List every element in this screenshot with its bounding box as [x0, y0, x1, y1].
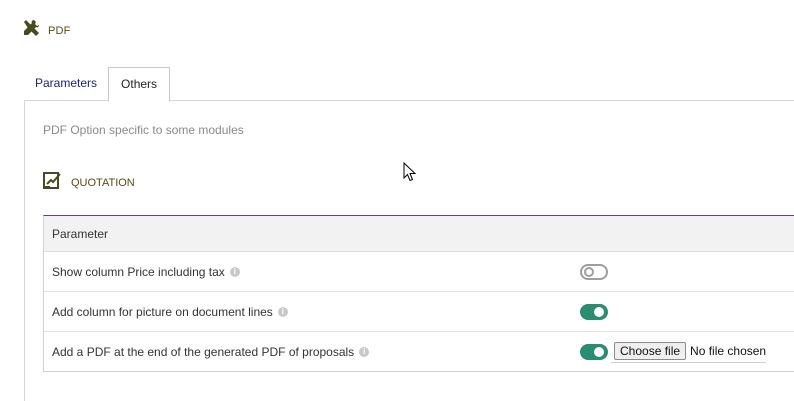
mouse-cursor-icon [403, 161, 417, 187]
info-icon[interactable]: i [229, 266, 240, 277]
toggle-switch[interactable] [580, 303, 608, 320]
file-input: Choose file No file chosen [611, 340, 767, 363]
toggle-knob [594, 346, 604, 357]
page-title: PDF [48, 24, 71, 37]
toggle-knob [594, 306, 604, 317]
choose-file-button[interactable]: Choose file [614, 342, 687, 360]
row-value [580, 292, 608, 331]
info-icon[interactable]: i [277, 306, 288, 317]
quotation-icon [43, 171, 63, 194]
toggle-switch[interactable] [580, 263, 608, 280]
table-row: Add a PDF at the end of the generated PD… [44, 332, 794, 371]
info-icon[interactable]: i [359, 346, 370, 357]
tab-parameters[interactable]: Parameters [24, 67, 108, 100]
tab-others[interactable]: Others [108, 67, 171, 102]
file-status: No file chosen [690, 344, 767, 358]
table-row: Show column Price including tax i [44, 252, 794, 292]
table-row: Add column for picture on document lines… [44, 292, 794, 332]
toggle-knob [584, 266, 594, 277]
tab-bar: Parameters Others [24, 67, 171, 102]
panel-subtitle: PDF Option specific to some modules [43, 123, 244, 137]
row-label: Show column Price including tax [52, 264, 225, 279]
row-value: Choose file No file chosen [580, 332, 767, 371]
row-value [580, 252, 608, 291]
section-quotation: QUOTATION [43, 171, 135, 194]
wrench-screwdriver-icon [22, 19, 40, 42]
row-label: Add column for picture on document lines [52, 304, 273, 319]
table-header: Parameter [44, 216, 794, 252]
toggle-switch[interactable] [580, 343, 608, 360]
column-header-parameter: Parameter [52, 226, 109, 241]
row-label: Add a PDF at the end of the generated PD… [52, 344, 355, 359]
parameters-table: Parameter Show column Price including ta… [43, 215, 794, 372]
tab-panel: PDF Option specific to some modules QUOT… [24, 100, 794, 401]
page-header: PDF [22, 19, 71, 42]
section-label: QUOTATION [71, 176, 135, 189]
